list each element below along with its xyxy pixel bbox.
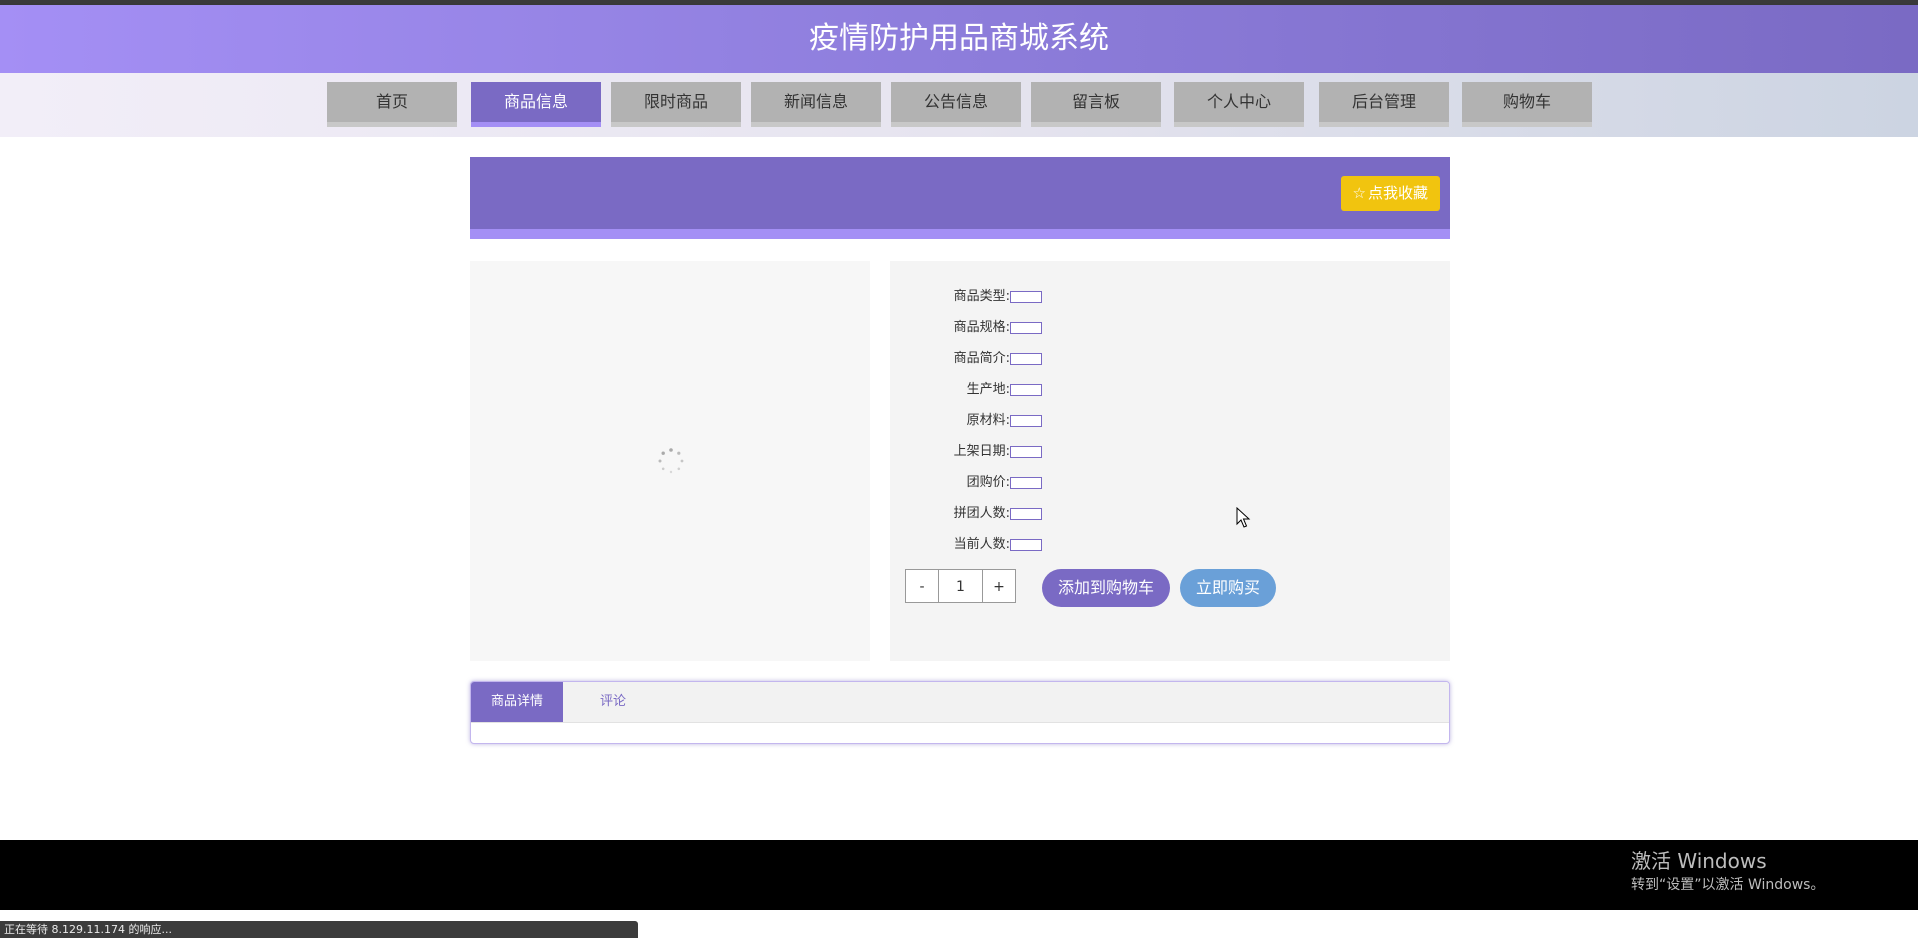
info-value [1010, 508, 1042, 520]
info-label: 生产地: [966, 382, 1010, 397]
product-info-panel: 商品类型: 商品规格: 商品简介: 生产地: 原材料: 上架日期: 团购价: 拼… [890, 261, 1450, 661]
info-label: 商品规格: [953, 320, 1010, 335]
windows-activation-title: 激活 Windows [1631, 849, 1767, 873]
browser-status-bar: 正在等待 8.129.11.174 的响应... [0, 921, 638, 938]
buy-now-button[interactable]: 立即购买 [1180, 569, 1276, 607]
info-row-spec: 商品规格: [890, 317, 1450, 339]
info-row-group-price: 团购价: [890, 472, 1450, 494]
info-label: 商品简介: [953, 351, 1010, 366]
star-outline-icon: ☆ [1352, 184, 1366, 202]
info-value [1010, 384, 1042, 396]
info-label: 团购价: [966, 475, 1010, 490]
tab-product-details[interactable]: 商品详情 [471, 682, 563, 722]
mouse-cursor-icon [1236, 507, 1251, 528]
nav-item-cart[interactable]: 购物车 [1462, 82, 1592, 127]
info-value [1010, 353, 1042, 365]
info-value [1010, 446, 1042, 458]
info-value [1010, 322, 1042, 334]
nav-item-products[interactable]: 商品信息 [471, 82, 601, 127]
quantity-decrement-button[interactable]: - [905, 569, 939, 603]
site-header: 疫情防护用品商城系统 [0, 5, 1918, 73]
nav-item-announcements[interactable]: 公告信息 [891, 82, 1021, 127]
info-row-group-size: 拼团人数: [890, 503, 1450, 525]
windows-activation-subtitle: 转到“设置”以激活 Windows。 [1631, 877, 1825, 893]
quantity-increment-button[interactable]: + [982, 569, 1016, 603]
site-title: 疫情防护用品商城系统 [809, 21, 1109, 56]
tabs-bar: 商品详情 评论 [471, 682, 1449, 723]
nav-item-personal-center[interactable]: 个人中心 [1174, 82, 1304, 127]
info-row-origin: 生产地: [890, 379, 1450, 401]
info-row-summary: 商品简介: [890, 348, 1450, 370]
info-label: 原材料: [966, 413, 1010, 428]
nav-item-home[interactable]: 首页 [327, 82, 457, 127]
add-to-cart-button[interactable]: 添加到购物车 [1042, 569, 1170, 607]
info-label: 当前人数: [953, 537, 1010, 552]
info-value [1010, 415, 1042, 427]
nav-item-message-board[interactable]: 留言板 [1031, 82, 1161, 127]
loading-spinner-icon [658, 448, 684, 474]
info-row-type: 商品类型: [890, 286, 1450, 308]
tab-comments[interactable]: 评论 [563, 682, 663, 722]
info-label: 商品类型: [953, 289, 1010, 304]
favorite-label: 点我收藏 [1367, 184, 1428, 202]
info-label: 上架日期: [953, 444, 1010, 459]
product-tabs: 商品详情 评论 [470, 681, 1450, 744]
nav-item-admin[interactable]: 后台管理 [1319, 82, 1449, 127]
nav-item-news[interactable]: 新闻信息 [751, 82, 881, 127]
info-row-listing-date: 上架日期: [890, 441, 1450, 463]
info-row-current-count: 当前人数: [890, 534, 1450, 556]
nav-item-flash-sale[interactable]: 限时商品 [611, 82, 741, 127]
info-row-material: 原材料: [890, 410, 1450, 432]
info-value [1010, 477, 1042, 489]
info-value [1010, 291, 1042, 303]
main-nav: 首页 商品信息 限时商品 新闻信息 公告信息 留言板 个人中心 后台管理 购物车 [0, 73, 1918, 137]
product-banner: ☆ 点我收藏 [470, 157, 1450, 239]
favorite-button[interactable]: ☆ 点我收藏 [1340, 176, 1440, 211]
info-value [1010, 539, 1042, 551]
quantity-input[interactable]: 1 [938, 569, 983, 603]
info-label: 拼团人数: [953, 506, 1010, 521]
product-image-panel [470, 261, 870, 661]
